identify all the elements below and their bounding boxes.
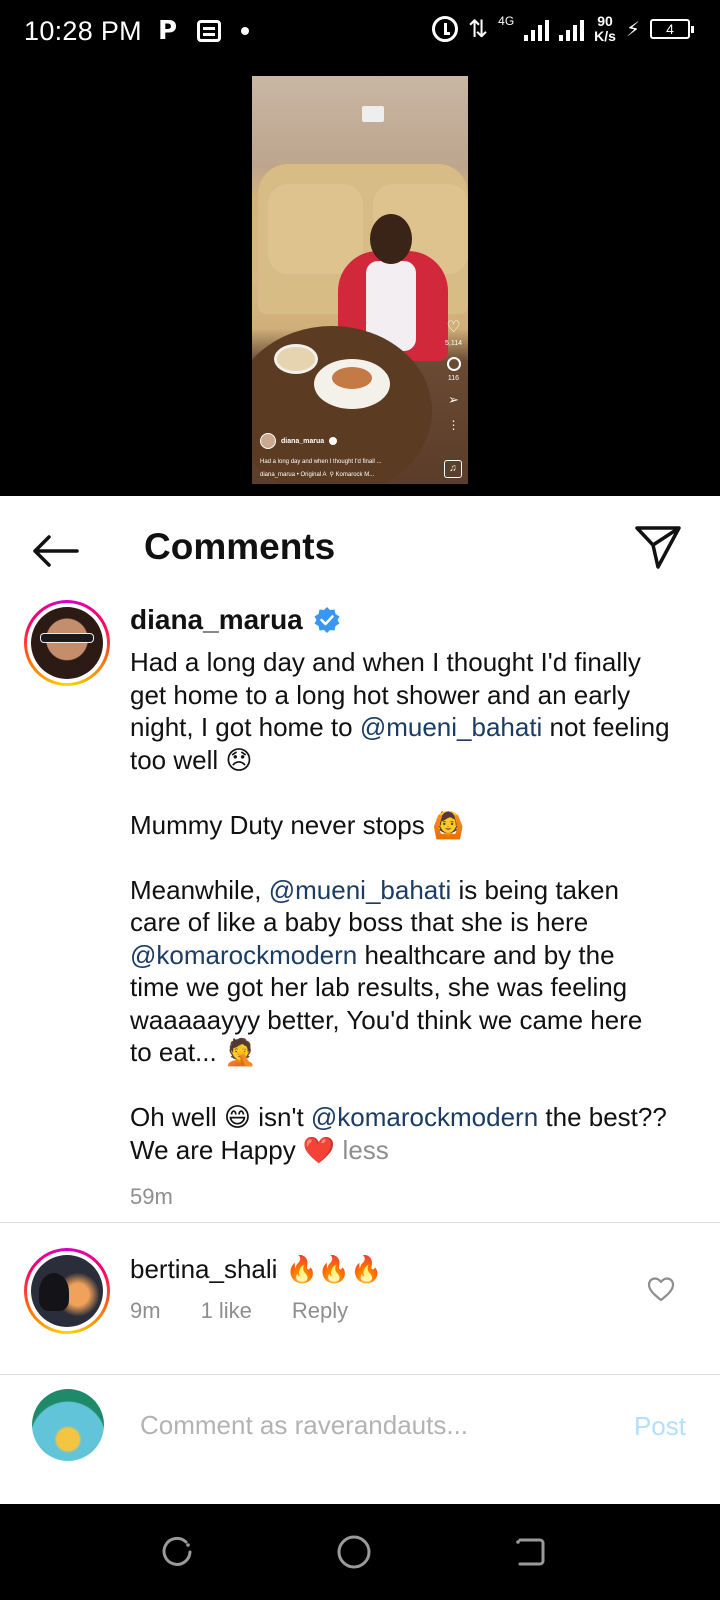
- caption-paragraph-2: Mummy Duty never stops 🙆: [130, 809, 465, 840]
- home-circle-icon: [337, 1535, 371, 1569]
- caption-paragraph-3: Meanwhile, @mueni_bahati is being taken …: [130, 874, 670, 1069]
- notification-dot-icon: [241, 27, 250, 35]
- comment-input-bar: Post: [0, 1374, 720, 1474]
- data-transfer-icon: ⇅: [468, 15, 489, 43]
- video-user[interactable]: diana_marua: [260, 433, 462, 449]
- video-comment-count: 116: [447, 375, 460, 382]
- share-button[interactable]: [634, 524, 684, 574]
- mention-link[interactable]: @mueni_bahati: [269, 875, 452, 905]
- bertina-avatar-photo: [31, 1255, 103, 1327]
- divider: [0, 1222, 720, 1223]
- alarm-icon: [432, 16, 459, 42]
- video-heart-icon[interactable]: ♡: [446, 320, 460, 336]
- comments-sheet: Comments diana_marua Had a long day and …: [0, 496, 720, 1504]
- video-thumbnail[interactable]: ♡ 5,114 116 ➢ ⋮ diana_marua Had a long d…: [252, 76, 468, 484]
- recent-apps-button[interactable]: [160, 1534, 196, 1570]
- signal-icon: [524, 17, 550, 41]
- network-speed: 90 K/s: [594, 14, 616, 44]
- music-icon[interactable]: ♫: [444, 460, 462, 478]
- head-graphic: [370, 214, 412, 264]
- comment-like-button[interactable]: [646, 1274, 676, 1304]
- video-like-count: 5,114: [445, 340, 462, 347]
- post-button[interactable]: Post: [634, 1411, 686, 1442]
- caption-paragraph-4: Oh well 😄 isn't @komarockmodern the best…: [130, 1101, 670, 1166]
- network-type: 4G: [498, 14, 515, 28]
- status-bar: 10:28 PM P ⇅ 4G 90 K/s ⚡ 4: [0, 0, 720, 64]
- mention-link[interactable]: @komarockmodern: [311, 1102, 538, 1132]
- caption-timestamp: 59m: [130, 1184, 173, 1209]
- back-nav-button[interactable]: [512, 1534, 548, 1570]
- comment-time: 9m: [130, 1298, 161, 1323]
- caption-username-row: diana_marua: [130, 604, 341, 636]
- current-user-avatar: [32, 1389, 104, 1461]
- video-more-icon[interactable]: ⋮: [448, 418, 460, 432]
- status-left-icons: P: [158, 16, 250, 46]
- recents-icon: [162, 1536, 192, 1566]
- status-time: 10:28 PM: [24, 16, 142, 46]
- caption-text: Had a long day and when I thought I'd fi…: [130, 646, 670, 1166]
- reply-button[interactable]: Reply: [292, 1298, 348, 1324]
- heart-icon: [647, 1277, 675, 1302]
- comments-header: Comments: [0, 496, 720, 600]
- comment-text: 🔥🔥🔥: [285, 1254, 383, 1284]
- caption-text-4a: Oh well 😄 isn't: [130, 1102, 311, 1132]
- caption-paragraph-1: Had a long day and when I thought I'd fi…: [130, 646, 670, 776]
- comment-body: bertina_shali 🔥🔥🔥: [130, 1254, 383, 1285]
- caption-text-3a: Meanwhile,: [130, 874, 269, 905]
- parking-icon: P: [158, 16, 178, 46]
- home-button[interactable]: [336, 1534, 372, 1570]
- speed-unit: K/s: [594, 28, 616, 44]
- send-icon: [635, 526, 681, 569]
- video-location: Komarock M...: [335, 472, 375, 478]
- back-nav-icon: [516, 1538, 545, 1566]
- comment-input[interactable]: [140, 1405, 580, 1445]
- plate-graphic-2: [314, 359, 390, 409]
- page-title: Comments: [144, 526, 336, 567]
- video-verified-icon: [329, 437, 338, 445]
- comment-likes[interactable]: 1 like: [201, 1298, 252, 1324]
- video-audio-label: diana_marua • Original A: [260, 472, 327, 478]
- comment-meta: 9m 1 like Reply: [130, 1298, 348, 1324]
- status-right-icons: ⇅ 4G 90 K/s ⚡ 4: [432, 14, 694, 44]
- comment-avatar[interactable]: [24, 1248, 110, 1334]
- mention-link[interactable]: @mueni_bahati: [360, 712, 543, 742]
- show-less-link[interactable]: less: [343, 1135, 389, 1165]
- mention-link[interactable]: @komarockmodern: [130, 940, 357, 970]
- speed-value: 90: [597, 13, 613, 29]
- caption-avatar[interactable]: [24, 600, 110, 686]
- signal-icon-2: [559, 17, 585, 41]
- back-arrow-icon: [33, 535, 79, 567]
- comment-row: bertina_shali 🔥🔥🔥 9m 1 like Reply: [0, 1248, 720, 1348]
- video-side-actions: ♡ 5,114 116 ➢ ⋮: [445, 320, 462, 433]
- video-area: ♡ 5,114 116 ➢ ⋮ diana_marua Had a long d…: [0, 64, 720, 496]
- message-icon: [197, 20, 222, 42]
- video-comment-icon[interactable]: [446, 357, 461, 371]
- battery-icon: 4: [650, 19, 694, 39]
- diana-avatar-photo: [31, 607, 103, 679]
- plate-graphic: [274, 344, 318, 374]
- verified-badge-icon: [314, 607, 340, 633]
- video-username: diana_marua: [281, 437, 325, 445]
- caption-username[interactable]: diana_marua: [130, 604, 303, 636]
- charging-icon: ⚡: [625, 18, 640, 41]
- comment-username[interactable]: bertina_shali: [130, 1254, 277, 1284]
- wall-socket-graphic: [362, 106, 384, 122]
- back-button[interactable]: [30, 526, 80, 576]
- system-nav-bar: [0, 1504, 720, 1600]
- video-caption: Had a long day and when I thought I'd fi…: [260, 459, 382, 465]
- video-meta: diana_marua Had a long day and when I th…: [260, 433, 462, 478]
- video-audio: diana_marua • Original A ⚲ Komarock M...: [260, 472, 375, 478]
- video-send-icon[interactable]: ➢: [448, 392, 459, 408]
- video-avatar: [260, 433, 276, 449]
